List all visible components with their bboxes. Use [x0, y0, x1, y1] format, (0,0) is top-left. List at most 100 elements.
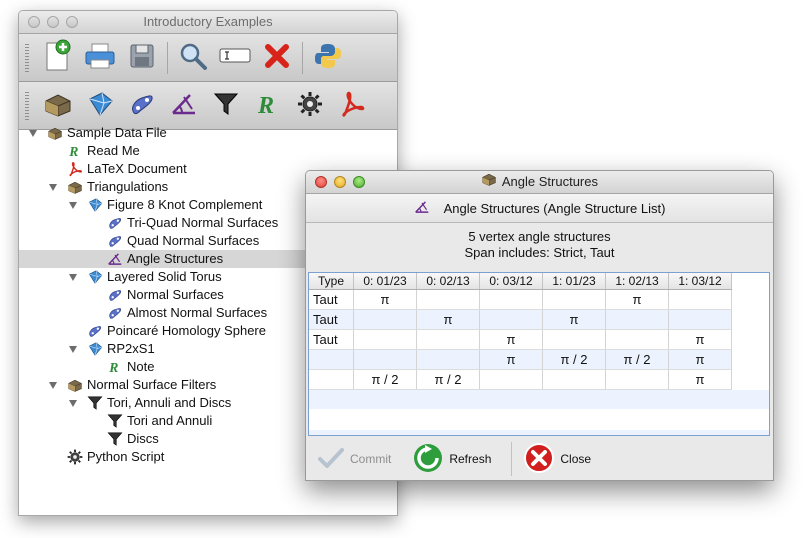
delete-button[interactable]	[256, 38, 298, 78]
normal-surfaces-icon	[87, 323, 103, 339]
angle-cell: π / 2	[542, 349, 606, 370]
tree-item-label: Note	[127, 359, 155, 374]
tree-item[interactable]: Sample Data File	[47, 124, 167, 142]
summary-count: 5 vertex angle structures	[468, 229, 611, 244]
rename-field-button[interactable]	[214, 38, 256, 78]
table-row[interactable]: π / 2π / 2 π	[309, 369, 732, 390]
minimize-window-button[interactable]	[47, 16, 59, 28]
tree-item[interactable]: Tori, Annuli and Discs	[87, 394, 231, 412]
container-button[interactable]	[37, 86, 79, 126]
column-header[interactable]: 1: 01/23	[542, 273, 606, 290]
pdf-button[interactable]	[331, 86, 373, 126]
disclosure-triangle-icon[interactable]	[29, 130, 37, 137]
triangulation-button[interactable]	[79, 86, 121, 126]
new-document-button[interactable]	[37, 38, 79, 78]
new-document-icon	[43, 39, 73, 76]
tree-item[interactable]: Figure 8 Knot Complement	[87, 196, 262, 214]
disclosure-triangle-icon[interactable]	[49, 184, 57, 191]
toolbar-grip[interactable]	[25, 44, 29, 72]
close-button[interactable]: Close	[518, 441, 597, 477]
dialog-button-bar: Commit Refresh Close	[306, 438, 773, 480]
tree-item[interactable]: Normal Surfaces	[107, 286, 224, 304]
tree-item[interactable]: Layered Solid Torus	[87, 268, 222, 286]
angle-structures-button[interactable]	[163, 86, 205, 126]
tree-item[interactable]: RP2xS1	[87, 340, 155, 358]
window-controls	[28, 16, 78, 28]
angle-cell	[542, 329, 606, 350]
disclosure-triangle-icon[interactable]	[69, 346, 77, 353]
angle-cell: π	[479, 349, 543, 370]
tree-item[interactable]: Angle Structures	[107, 250, 223, 268]
minimize-window-button[interactable]	[334, 176, 346, 188]
column-header[interactable]: 0: 01/23	[353, 273, 417, 290]
python-button[interactable]	[307, 38, 349, 78]
angle-structure-table[interactable]: Type 0: 01/23 0: 02/13 0: 03/12 1: 01/23 1: 0…	[308, 272, 770, 436]
tree-item-label: RP2xS1	[107, 341, 155, 356]
angle-cell	[479, 289, 543, 310]
column-header[interactable]: 0: 03/12	[479, 273, 543, 290]
tree-item[interactable]: Normal Surface Filters	[67, 376, 216, 394]
filter-icon	[107, 413, 123, 429]
angle-structures-icon	[107, 251, 123, 267]
tree-item[interactable]: Almost Normal Surfaces	[107, 304, 267, 322]
angle-cell	[353, 309, 417, 330]
tree-item[interactable]: R Read Me	[67, 142, 139, 160]
close-window-button[interactable]	[315, 176, 327, 188]
commit-button[interactable]: Commit	[312, 441, 397, 477]
normal-surfaces-button[interactable]	[121, 86, 163, 126]
script-gear-icon	[67, 449, 83, 465]
column-header[interactable]: 0: 02/13	[416, 273, 480, 290]
tree-item[interactable]: Poincaré Homology Sphere	[87, 322, 266, 340]
tree-item[interactable]: Triangulations	[67, 178, 168, 196]
window-controls	[315, 176, 365, 188]
svg-text:R: R	[257, 93, 274, 118]
tree-item[interactable]: R Note	[107, 358, 154, 376]
zoom-window-button[interactable]	[353, 176, 365, 188]
tree-item[interactable]: Tri-Quad Normal Surfaces	[107, 214, 278, 232]
filter-button[interactable]	[205, 86, 247, 126]
angle-cell	[479, 369, 543, 390]
tree-item-label: Normal Surface Filters	[87, 377, 217, 392]
angle-structures-icon	[414, 200, 430, 216]
angle-cell: π	[668, 329, 732, 350]
type-cell	[309, 349, 354, 370]
column-header[interactable]: Type	[309, 273, 354, 290]
container-icon	[47, 125, 63, 141]
angle-cell	[542, 369, 606, 390]
main-titlebar: Introductory Examples	[19, 11, 397, 34]
column-header[interactable]: 1: 03/12	[668, 273, 732, 290]
tree-item-label: Figure 8 Knot Complement	[107, 197, 263, 212]
column-header[interactable]: 1: 02/13	[605, 273, 669, 290]
text-r-button[interactable]: R	[247, 86, 289, 126]
table-row[interactable]: Taut π π	[309, 329, 732, 350]
normal-surfaces-icon	[128, 91, 156, 120]
tree-item[interactable]: Python Script	[67, 448, 164, 466]
disclosure-triangle-icon[interactable]	[69, 274, 77, 281]
angle-cell	[479, 309, 543, 330]
container-icon	[67, 377, 83, 393]
refresh-button[interactable]: Refresh	[407, 441, 497, 477]
close-window-button[interactable]	[28, 16, 40, 28]
table-row[interactable]: Taut π π	[309, 309, 732, 330]
tree-item[interactable]: Tori and Annuli	[107, 412, 212, 430]
magnifier-button[interactable]	[172, 38, 214, 78]
triangulation-icon	[87, 197, 103, 213]
disclosure-triangle-icon[interactable]	[49, 382, 57, 389]
tree-item[interactable]: Quad Normal Surfaces	[107, 232, 259, 250]
zoom-window-button[interactable]	[66, 16, 78, 28]
angle-cell	[605, 309, 669, 330]
tree-item[interactable]: Discs	[107, 430, 159, 448]
normal-surfaces-icon	[107, 215, 123, 231]
table-row[interactable]: Taut π π	[309, 289, 732, 310]
toolbar-grip[interactable]	[25, 92, 29, 120]
table-row[interactable]: ππ / 2π / 2π	[309, 349, 732, 370]
script-gear-button[interactable]	[289, 86, 331, 126]
text-r-icon: R	[255, 90, 281, 121]
disclosure-triangle-icon[interactable]	[69, 202, 77, 209]
angle-cell: π / 2	[605, 349, 669, 370]
tree-item-label: Triangulations	[87, 179, 169, 194]
disclosure-triangle-icon[interactable]	[69, 400, 77, 407]
save-button[interactable]	[121, 38, 163, 78]
tree-item[interactable]: LaTeX Document	[67, 160, 187, 178]
print-button[interactable]	[79, 38, 121, 78]
